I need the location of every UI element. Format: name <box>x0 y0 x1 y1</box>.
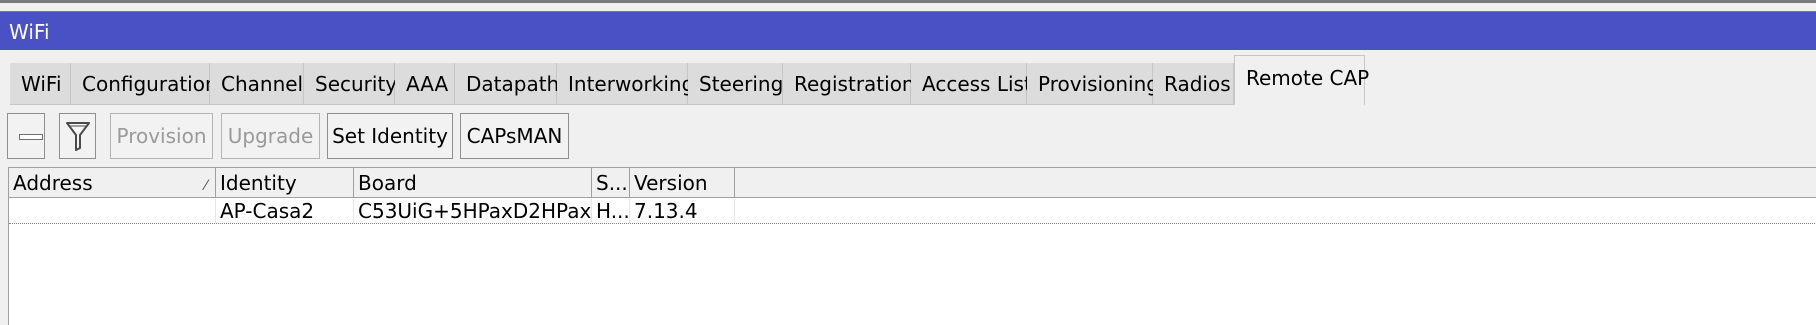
tab-remote-cap[interactable]: Remote CAP <box>1234 55 1369 105</box>
provision-button[interactable]: Provision <box>110 113 213 159</box>
tab-access-list[interactable]: Access List <box>911 63 1032 105</box>
cell-version: 7.13.4 <box>630 199 735 223</box>
column-header-board[interactable]: Board <box>354 168 592 198</box>
tab-wifi[interactable]: WiFi <box>10 63 71 105</box>
remote-cap-table[interactable]: Address ⁄ Identity Board S... Version AP… <box>8 167 1816 325</box>
upgrade-button[interactable]: Upgrade <box>221 113 320 159</box>
column-header-identity[interactable]: Identity <box>216 168 354 198</box>
cell-address <box>9 199 216 223</box>
tab-steering[interactable]: Steering <box>688 63 783 105</box>
wifi-window: WiFi WiFi Configuration Channel Security… <box>0 0 1816 325</box>
sort-indicator-icon: ⁄ <box>204 178 207 194</box>
tab-configuration[interactable]: Configuration <box>71 63 218 105</box>
tab-datapath[interactable]: Datapath <box>455 63 559 105</box>
set-identity-button[interactable]: Set Identity <box>327 113 453 159</box>
filter-icon <box>66 122 90 151</box>
table-row[interactable]: AP-Casa2 C53UiG+5HPaxD2HPaxD H... 7.13.4 <box>9 199 1816 224</box>
tab-interworking[interactable]: Interworking <box>557 63 694 105</box>
tab-aaa[interactable]: AAA <box>395 63 455 105</box>
minus-icon <box>19 134 43 140</box>
cell-identity: AP-Casa2 <box>216 199 354 223</box>
cell-state: H... <box>592 199 630 223</box>
tab-radios[interactable]: Radios <box>1153 63 1234 105</box>
tab-strip: WiFi Configuration Channel Security AAA … <box>0 51 1816 105</box>
column-header-state[interactable]: S... <box>592 168 630 198</box>
tab-channel[interactable]: Channel <box>210 63 304 105</box>
column-header-label: Address <box>13 171 93 195</box>
remove-button[interactable] <box>7 113 45 159</box>
column-header-address[interactable]: Address ⁄ <box>9 168 216 198</box>
tab-security[interactable]: Security <box>304 63 397 105</box>
toolbar: Provision Upgrade Set Identity CAPsMAN <box>0 109 1816 163</box>
cell-board: C53UiG+5HPaxD2HPaxD <box>354 199 592 223</box>
tab-registration[interactable]: Registration <box>783 63 915 105</box>
title-bar[interactable]: WiFi <box>0 11 1816 50</box>
filter-button[interactable] <box>59 113 96 159</box>
window-title: WiFi <box>9 20 50 44</box>
tab-provisioning[interactable]: Provisioning <box>1027 63 1159 105</box>
capsman-button[interactable]: CAPsMAN <box>460 113 569 159</box>
table-header: Address ⁄ Identity Board S... Version <box>9 168 1816 198</box>
column-header-version[interactable]: Version <box>630 168 735 198</box>
